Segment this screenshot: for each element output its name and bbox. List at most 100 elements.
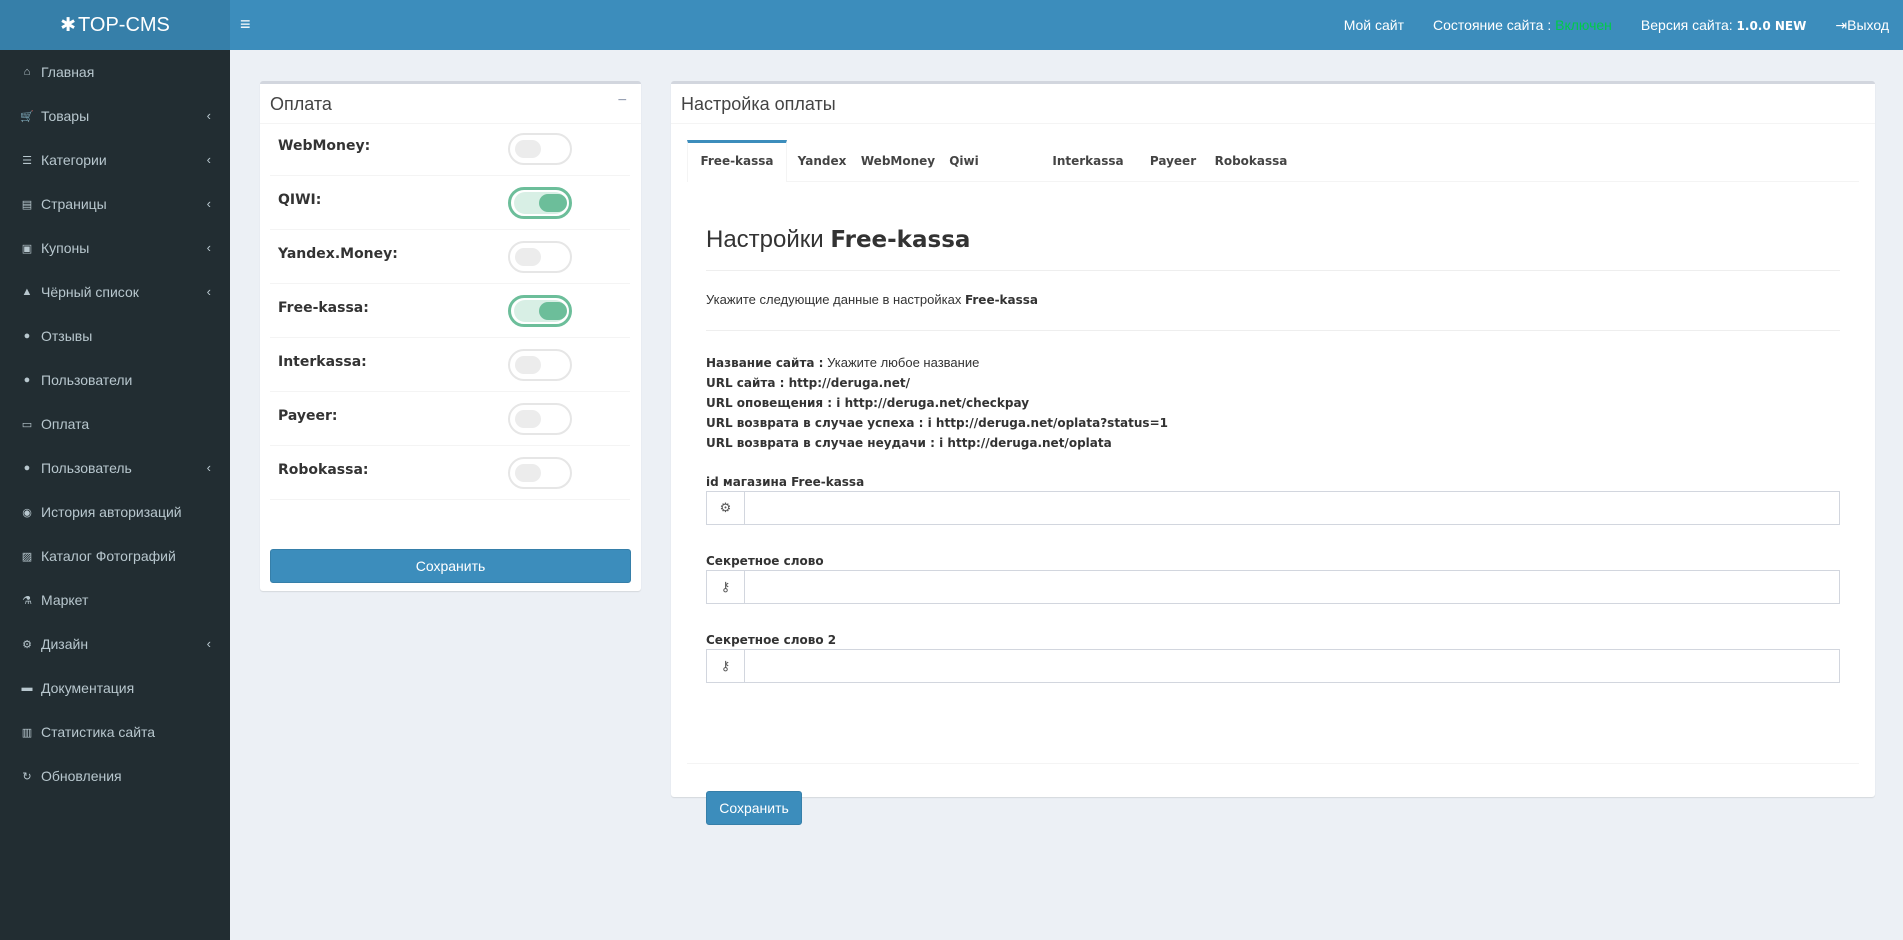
logo[interactable]: ✱ TOP-CMS — [0, 0, 230, 50]
notify-url-line: URL оповещения : i http://deruga.net/che… — [706, 396, 1030, 410]
sidebar-item[interactable]: ◉ История авторизаций — [0, 490, 230, 534]
payment-method-label: WebMoney: — [278, 138, 371, 154]
settings-field-input[interactable] — [745, 650, 1839, 682]
cogs-icon: ⚙ — [22, 638, 32, 651]
settings-field-input[interactable] — [745, 571, 1839, 603]
cog-logo-icon: ✱ — [60, 14, 77, 36]
sidebar-item[interactable]: ⌂ Главная — [0, 50, 230, 94]
bar-chart-icon: ▥ — [21, 726, 33, 739]
sidebar-item[interactable]: ● Отзывы — [0, 314, 230, 358]
sidebar-item[interactable]: ⚗ Маркет — [0, 578, 230, 622]
chevron-left-icon: ‹ — [206, 284, 211, 299]
payment-method-row: WebMoney: — [270, 124, 630, 176]
site-status-label: Состояние сайта : — [1433, 17, 1552, 33]
logo-text: TOP-CMS — [78, 13, 170, 36]
sidebar-item-label: Главная — [41, 64, 95, 80]
site-status-value: Включен — [1555, 17, 1612, 33]
sidebar-item[interactable]: ▤ Страницы ‹ — [0, 182, 230, 226]
sidebar-item[interactable]: ▬ Документация — [0, 666, 230, 710]
payment-method-toggle[interactable] — [508, 133, 572, 165]
site-status: Состояние сайта : Включен — [1433, 17, 1612, 33]
my-site-link[interactable]: Мой сайт — [1344, 17, 1404, 33]
payment-method-toggle[interactable] — [508, 403, 572, 435]
list-icon: ☰ — [22, 154, 32, 167]
intro-name: Free-kassa — [964, 293, 1039, 307]
tab-webmoney[interactable]: WebMoney — [857, 140, 939, 182]
payment-method-toggle[interactable] — [508, 349, 572, 381]
sidebar-toggle-icon[interactable]: ≡ — [240, 14, 262, 36]
eye-slash-icon: ◉ — [22, 506, 32, 519]
sidebar-item[interactable]: ● Пользователь ‹ — [0, 446, 230, 490]
payment-method-toggle[interactable] — [508, 241, 572, 273]
save-payment-methods-button[interactable]: Сохранить — [270, 549, 631, 583]
book-icon: ▬ — [21, 682, 33, 694]
toggle-knob — [515, 356, 541, 374]
file-icon: ▤ — [21, 198, 33, 211]
payment-box-header: Оплата − — [260, 84, 641, 124]
sidebar-item-label: Статистика сайта — [41, 724, 156, 740]
site-name-label: Название сайта : — [706, 356, 824, 370]
settings-heading: Настройки Free-kassa — [706, 226, 970, 254]
input-group: ⚙ — [706, 491, 1840, 525]
payment-method-toggle[interactable] — [508, 457, 572, 489]
input-group: ⚷ — [706, 649, 1840, 683]
tab-qiwi[interactable]: Qiwi — [942, 140, 986, 182]
sidebar-item[interactable]: ▣ Купоны ‹ — [0, 226, 230, 270]
payment-methods-box: Оплата − WebMoney: QIWI: Yandex.Money: Free… — [260, 81, 641, 591]
payment-tabs: Free-kassa Yandex WebMoney Qiwi Interkassa Pa… — [687, 140, 1859, 182]
top-navbar: ✱ TOP-CMS ≡ Мой сайт Состояние сайта : В… — [0, 0, 1903, 50]
payment-method-label: Free-kassa: — [278, 300, 369, 316]
tab-free-kassa[interactable]: Free-kassa — [687, 140, 787, 182]
field-label: Секретное слово 2 — [706, 633, 837, 647]
field-label: Секретное слово — [706, 554, 824, 568]
collapse-minus-icon[interactable]: − — [618, 92, 627, 110]
payment-method-toggle[interactable] — [508, 187, 572, 219]
sidebar-item[interactable]: ● Пользователи — [0, 358, 230, 402]
sidebar-item-label: Купоны — [41, 240, 90, 256]
flask-icon: ⚗ — [22, 594, 32, 607]
payment-box-title: Оплата — [270, 94, 332, 114]
sidebar-item-label: Пользователи — [41, 372, 133, 388]
sidebar-item[interactable]: ▥ Статистика сайта — [0, 710, 230, 754]
save-settings-button[interactable]: Сохранить — [706, 791, 802, 825]
site-name-line: Название сайта : Укажите любое название — [706, 353, 1168, 373]
sidebar-item[interactable]: ▨ Каталог Фотографий — [0, 534, 230, 578]
chevron-left-icon: ‹ — [206, 196, 211, 211]
divider — [706, 330, 1840, 331]
payment-method-row: Payeer: — [270, 394, 630, 446]
chevron-left-icon: ‹ — [206, 636, 211, 651]
tab-interkassa[interactable]: Interkassa — [1047, 140, 1129, 182]
sidebar-item[interactable]: ⚙ Дизайн ‹ — [0, 622, 230, 666]
toggle-knob — [515, 140, 541, 158]
sidebar-item[interactable]: ▲ Чёрный список ‹ — [0, 270, 230, 314]
toggle-knob — [539, 302, 567, 320]
sidebar-item-label: История авторизаций — [41, 504, 182, 520]
tab-yandex[interactable]: Yandex — [790, 140, 854, 182]
user-icon: ● — [23, 462, 31, 474]
settings-field-input[interactable] — [745, 492, 1839, 524]
tab-robokassa[interactable]: Robokassa — [1211, 140, 1291, 182]
site-name-value: Укажите любое название — [827, 355, 980, 370]
logout-link[interactable]: ⇥Выход — [1835, 17, 1889, 34]
settings-heading-name: Free-kassa — [830, 227, 971, 253]
sign-out-icon: ⇥ — [1835, 16, 1848, 33]
payment-method-label: Interkassa: — [278, 354, 367, 370]
cart-icon: 🛒 — [20, 110, 34, 123]
fail-url-line: URL возврата в случае неудачи : i http:/… — [706, 436, 1112, 450]
payment-method-row: Interkassa: — [270, 340, 630, 392]
toggle-knob — [515, 248, 541, 266]
sidebar-item[interactable]: ▭ Оплата — [0, 402, 230, 446]
sidebar-item[interactable]: 🛒 Товары ‹ — [0, 94, 230, 138]
sidebar-item-label: Обновления — [41, 768, 122, 784]
tab-payeer[interactable]: Payeer — [1143, 140, 1203, 182]
sidebar-item[interactable]: ↻ Обновления — [0, 754, 230, 798]
payment-method-toggle[interactable] — [508, 295, 572, 327]
comments-icon: ● — [23, 330, 31, 342]
payment-method-row: Free-kassa: — [270, 286, 630, 338]
settings-intro: Укажите следующие данные в настройках Fr… — [706, 292, 1038, 307]
sidebar-item-label: Документация — [41, 680, 135, 696]
tabs-container: Free-kassa Yandex WebMoney Qiwi Interkassa Pa… — [687, 140, 1859, 825]
sidebar-item[interactable]: ☰ Категории ‹ — [0, 138, 230, 182]
money-icon: ▭ — [21, 418, 33, 431]
sidebar-item-label: Страницы — [41, 196, 107, 212]
